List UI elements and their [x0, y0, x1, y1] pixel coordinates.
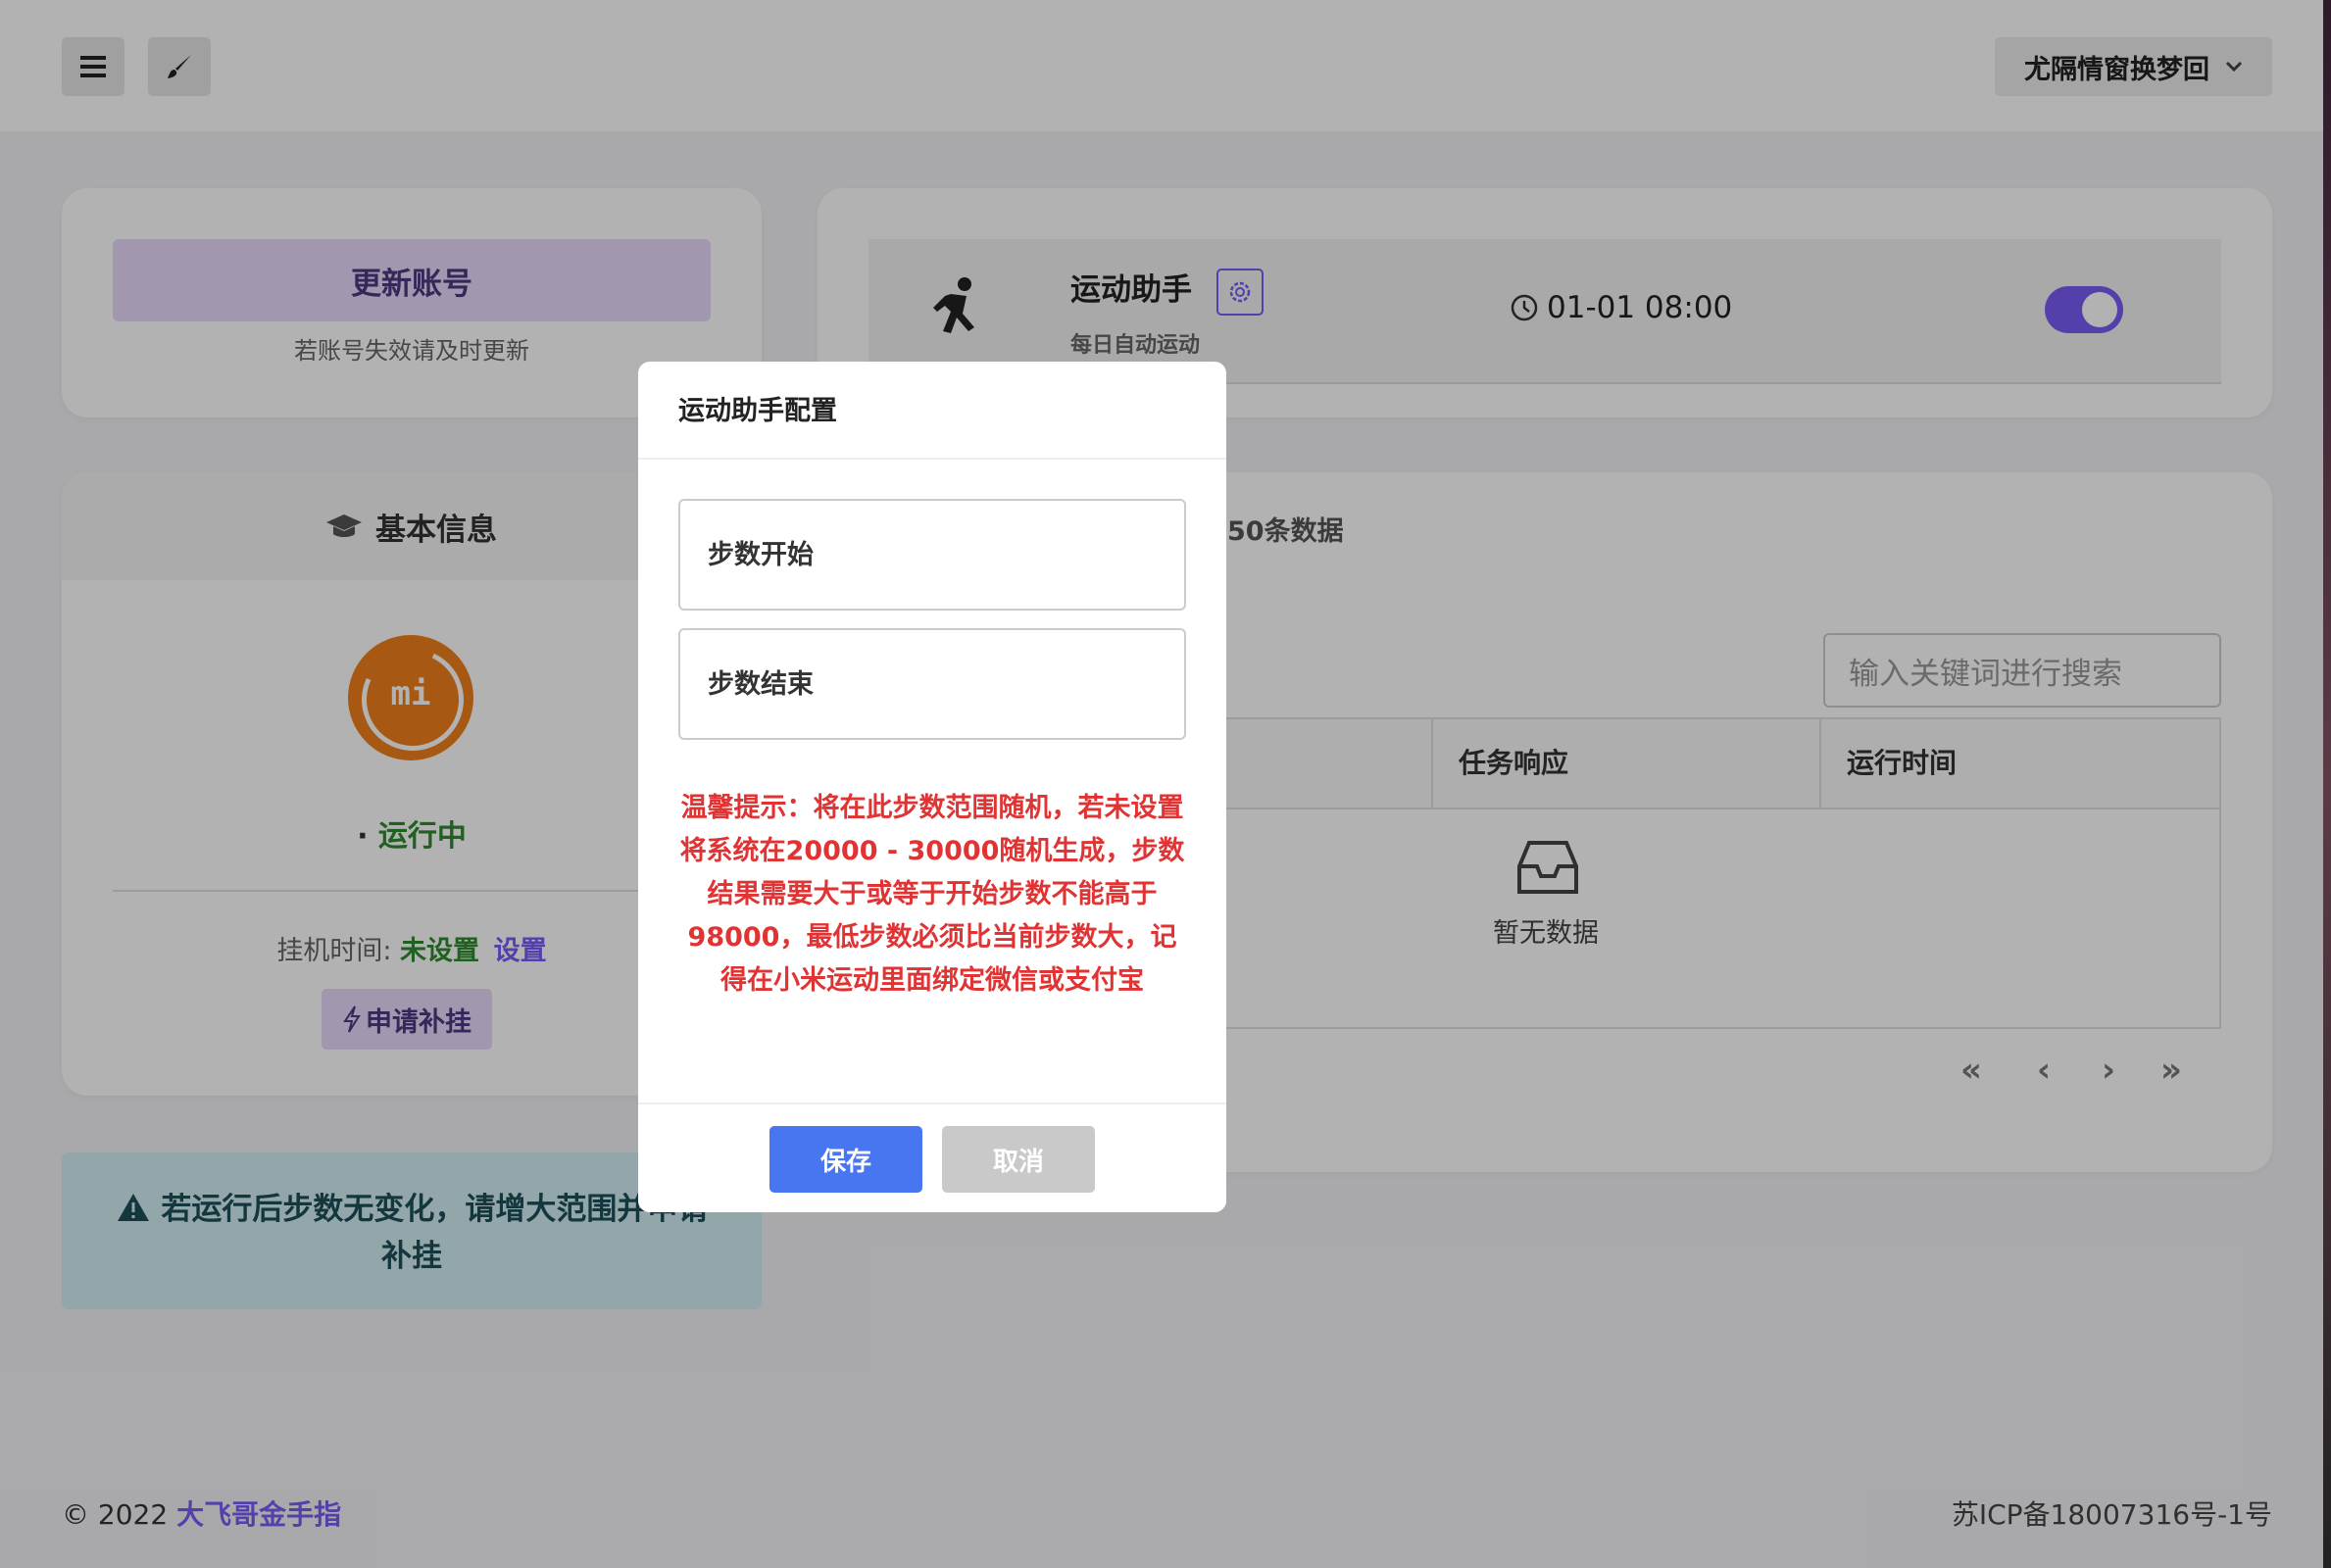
modal-title-divider — [638, 458, 1226, 460]
modal-warning: 温馨提示：将在此步数范围随机，若未设置将系统在20000 - 30000随机生成… — [679, 793, 1185, 996]
modal-footer: 保存 取消 — [638, 1102, 1226, 1212]
step-end-field[interactable] — [678, 628, 1186, 740]
window-edge — [2323, 0, 2331, 1568]
step-start-field[interactable] — [678, 499, 1186, 611]
step-end-input[interactable] — [706, 667, 1184, 701]
step-start-input[interactable] — [706, 538, 1184, 571]
sport-config-modal: 运动助手配置 温馨提示：将在此步数范围随机，若未设置将系统在20000 - 30… — [638, 362, 1226, 1212]
cancel-button[interactable]: 取消 — [942, 1126, 1095, 1193]
modal-title: 运动助手配置 — [678, 396, 837, 426]
save-button[interactable]: 保存 — [769, 1126, 922, 1193]
